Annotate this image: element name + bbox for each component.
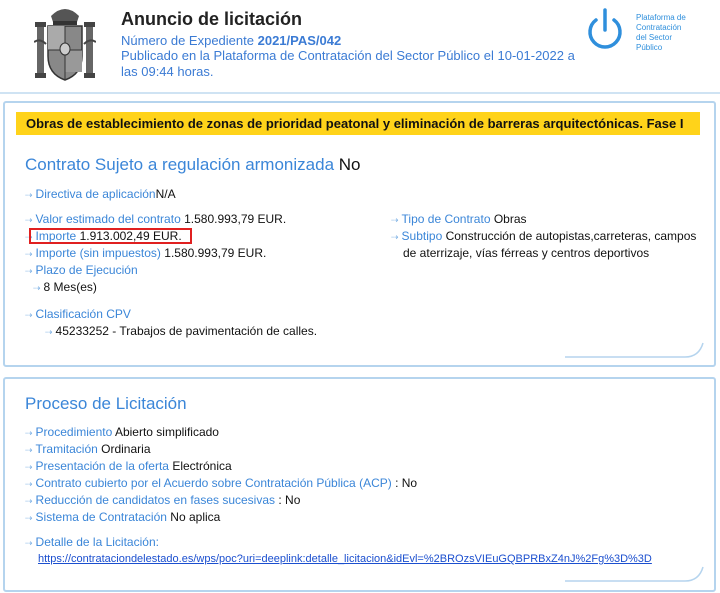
corner-swoosh — [565, 566, 704, 582]
arrow-bullet-icon: ⇢ — [25, 428, 33, 438]
arrow-bullet-icon: ⇢ — [391, 232, 399, 242]
plazo-row: ⇢ Plazo de Ejecución — [25, 262, 138, 279]
arrow-bullet-icon: ⇢ — [25, 513, 33, 523]
subtipo-value-2: de aterrizaje, vías férreas y centros de… — [403, 246, 650, 260]
procedimiento-row: ⇢ Procedimiento Abierto simplificado — [25, 424, 219, 441]
expediente-label: Número de Expediente — [121, 33, 254, 48]
importe-sin-label: Importe (sin impuestos) — [35, 246, 161, 260]
procedimiento-value: Abierto simplificado — [114, 425, 219, 439]
tipo-row: ⇢ Tipo de Contrato Obras — [391, 211, 527, 228]
corner-swoosh — [565, 342, 704, 358]
presentacion-value: Electrónica — [172, 459, 232, 473]
acp-row: ⇢ Contrato cubierto por el Acuerdo sobre … — [25, 475, 417, 492]
plazo-value-row: ⇢ 8 Mes(es) — [33, 279, 97, 296]
arrow-bullet-icon: ⇢ — [25, 249, 33, 259]
detalle-link-row: https://contrataciondelestado.es/wps/poc… — [38, 551, 652, 567]
arrow-bullet-icon: ⇢ — [25, 496, 33, 506]
valor-label: Valor estimado del contrato — [35, 212, 181, 226]
contract-panel: Obras de establecimiento de zonas de pri… — [3, 101, 716, 367]
arrow-bullet-icon: ⇢ — [45, 327, 53, 337]
importe-sin-value: 1.580.993,79 EUR. — [164, 246, 267, 260]
presentacion-row: ⇢ Presentación de la oferta Electrónica — [25, 458, 232, 475]
importe-highlight-box — [29, 228, 192, 244]
expediente-value: 2021/PAS/042 — [257, 33, 342, 48]
cpv-value-row: ⇢ 45233252 - Trabajos de pavimentación de… — [45, 323, 317, 340]
expediente-line: Número de Expediente 2021/PAS/042 — [121, 33, 341, 49]
reduccion-label: Reducción de candidatos en fases sucesiv… — [35, 493, 276, 507]
valor-value: 1.580.993,79 EUR. — [184, 212, 287, 226]
tipo-label: Tipo de Contrato — [401, 212, 491, 226]
arrow-bullet-icon: ⇢ — [25, 215, 33, 225]
sistema-label: Sistema de Contratación — [35, 510, 167, 524]
detalle-label: Detalle de la Licitación: — [35, 535, 159, 549]
spain-coat-of-arms-icon — [34, 9, 96, 81]
platform-logo-line: Contratación — [636, 23, 682, 32]
platform-power-icon — [588, 8, 622, 49]
directiva-value: N/A — [155, 187, 176, 201]
cpv-row: ⇢ Clasificación CPV — [25, 306, 131, 323]
arrow-bullet-icon: ⇢ — [33, 283, 41, 293]
arrow-bullet-icon: ⇢ — [25, 266, 33, 276]
arrow-bullet-icon: ⇢ — [391, 215, 399, 225]
detalle-link[interactable]: https://contrataciondelestado.es/wps/poc… — [38, 553, 652, 565]
subtipo-row: ⇢ Subtipo Construcción de autopistas,carr… — [391, 228, 696, 245]
platform-logo-line: del Sector — [636, 33, 673, 42]
header-divider — [0, 92, 720, 94]
tipo-value: Obras — [493, 212, 527, 226]
cpv-label: Clasificación CPV — [35, 307, 131, 321]
contract-title-label: Contrato Sujeto a regulación armonizada — [25, 155, 335, 174]
plazo-label: Plazo de Ejecución — [35, 263, 138, 277]
platform-logo-line: Público — [636, 43, 663, 52]
presentacion-label: Presentación de la oferta — [35, 459, 169, 473]
published-line-1: Publicado en la Plataforma de Contrataci… — [121, 48, 575, 63]
proceso-title: Proceso de Licitación — [25, 394, 187, 413]
arrow-bullet-icon: ⇢ — [25, 479, 33, 489]
sistema-value: No aplica — [170, 510, 221, 524]
importe-sin-row: ⇢ Importe (sin impuestos) 1.580.993,79 EU… — [25, 245, 266, 262]
directiva-label: Directiva de aplicación — [35, 187, 156, 201]
plazo-value: 8 Mes(es) — [43, 280, 97, 294]
cpv-value: 45233252 - Trabajos de pavimentación de … — [55, 324, 318, 338]
reduccion-row: ⇢ Reducción de candidatos en fases sucesi… — [25, 492, 300, 509]
procedimiento-label: Procedimiento — [35, 425, 113, 439]
contract-banner: Obras de establecimiento de zonas de pri… — [16, 112, 700, 135]
detalle-row: ⇢ Detalle de la Licitación: — [25, 534, 159, 551]
platform-logo-line: Plataforma de — [636, 13, 686, 22]
sistema-row: ⇢ Sistema de Contratación No aplica — [25, 509, 220, 526]
arrow-bullet-icon: ⇢ — [25, 445, 33, 455]
tramitacion-label: Tramitación — [35, 442, 98, 456]
reduccion-value: : No — [278, 493, 301, 507]
proceso-panel: Proceso de Licitación ⇢ Procedimiento Abi… — [3, 377, 716, 592]
acp-label: Contrato cubierto por el Acuerdo sobre C… — [35, 476, 392, 490]
tramitacion-row: ⇢ Tramitación Ordinaria — [25, 441, 151, 458]
subtipo-value-1: Construcción de autopistas,carreteras, c… — [445, 229, 697, 243]
arrow-bullet-icon: ⇢ — [25, 190, 33, 200]
arrow-bullet-icon: ⇢ — [25, 310, 33, 320]
published-line-2: las 09:44 horas. — [121, 64, 214, 79]
arrow-bullet-icon: ⇢ — [25, 462, 33, 472]
directiva-row: ⇢ Directiva de aplicaciónN/A — [25, 186, 176, 203]
contract-title-value: No — [338, 155, 361, 174]
arrow-bullet-icon: ⇢ — [25, 538, 33, 548]
contract-title: Contrato Sujeto a regulación armonizada … — [25, 155, 361, 175]
acp-value: : No — [395, 476, 418, 490]
platform-logo-text: Plataforma de Contratación del Sector Pú… — [636, 13, 706, 53]
tramitacion-value: Ordinaria — [101, 442, 151, 456]
page-title: Anuncio de licitación — [121, 9, 303, 29]
valor-row: ⇢ Valor estimado del contrato 1.580.993,7… — [25, 211, 286, 228]
subtipo-label: Subtipo — [401, 229, 443, 243]
page-header: Anuncio de licitación Número de Expedien… — [0, 0, 720, 92]
